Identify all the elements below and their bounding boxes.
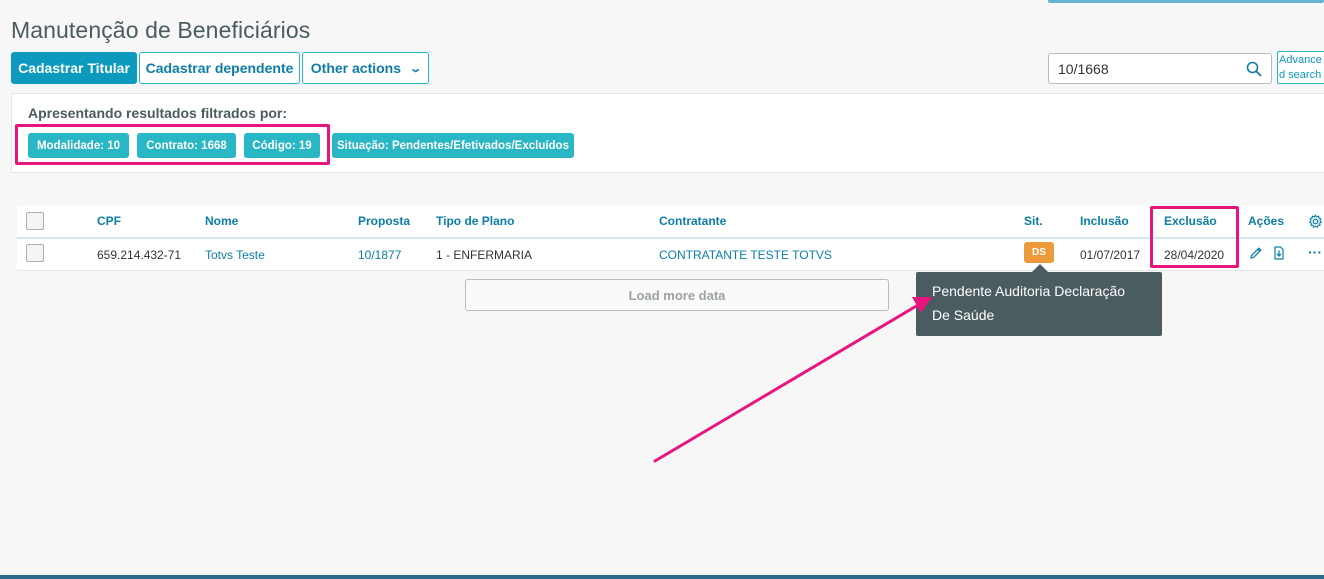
cell-contratante[interactable]: CONTRATANTE TESTE TOTVS <box>659 248 832 262</box>
table-header-divider <box>17 237 1324 239</box>
advanced-search-label: Advanced search <box>1279 54 1322 81</box>
other-actions-dropdown[interactable]: Other actions ⌄ <box>302 52 429 84</box>
filter-tag-situacao[interactable]: Situação: Pendentes/Efetivados/Excluídos <box>332 133 574 158</box>
column-header-contratante[interactable]: Contratante <box>659 214 726 228</box>
beneficiaries-table: CPF Nome Proposta Tipo de Plano Contrata… <box>17 206 1324 271</box>
cell-inclusao: 01/07/2017 <box>1080 248 1141 262</box>
cell-tipo-plano: 1 - ENFERMARIA <box>436 248 533 262</box>
bottom-strip <box>0 575 1324 579</box>
other-actions-label: Other actions <box>310 60 402 76</box>
document-download-icon[interactable] <box>1272 246 1286 260</box>
column-header-proposta[interactable]: Proposta <box>358 214 410 228</box>
pencil-icon[interactable] <box>1249 246 1263 260</box>
gear-icon[interactable] <box>1308 214 1323 229</box>
cell-cpf: 659.214.432-71 <box>97 248 182 262</box>
cadastrar-dependente-button[interactable]: Cadastrar dependente <box>139 52 300 84</box>
load-more-button[interactable]: Load more data <box>465 279 889 311</box>
cadastrar-titular-button[interactable]: Cadastrar Titular <box>11 52 137 84</box>
row-checkbox[interactable] <box>26 244 44 262</box>
table-row-divider <box>17 270 1324 271</box>
search-field[interactable] <box>1048 53 1272 84</box>
page-title: Manutenção de Beneficiários <box>11 17 311 43</box>
search-icon[interactable] <box>1246 61 1262 77</box>
column-header-tipo-plano[interactable]: Tipo de Plano <box>436 214 514 228</box>
top-accent-strip <box>1048 0 1324 3</box>
column-header-inclusao[interactable]: Inclusão <box>1080 214 1129 228</box>
column-header-sit[interactable]: Sit. <box>1024 214 1043 228</box>
filter-label: Apresentando resultados filtrados por: <box>28 105 288 121</box>
search-input[interactable] <box>1049 54 1239 83</box>
select-all-checkbox[interactable] <box>26 212 44 230</box>
column-header-acoes: Ações <box>1248 214 1285 228</box>
highlight-box-exclusao <box>1150 206 1239 268</box>
more-options-icon[interactable]: ··· <box>1308 244 1322 260</box>
highlight-box-filters <box>15 124 330 165</box>
tooltip-arrow <box>1032 264 1048 272</box>
chevron-down-icon: ⌄ <box>409 62 423 75</box>
column-header-nome[interactable]: Nome <box>205 214 238 228</box>
status-badge[interactable]: DS <box>1024 242 1054 263</box>
cell-proposta[interactable]: 10/1877 <box>358 248 401 262</box>
advanced-search-button[interactable]: Advanced search <box>1277 51 1324 84</box>
status-tooltip: Pendente Auditoria Declaração De Saúde <box>916 272 1162 336</box>
cell-nome[interactable]: Totvs Teste <box>205 248 265 262</box>
column-header-cpf[interactable]: CPF <box>97 214 121 228</box>
